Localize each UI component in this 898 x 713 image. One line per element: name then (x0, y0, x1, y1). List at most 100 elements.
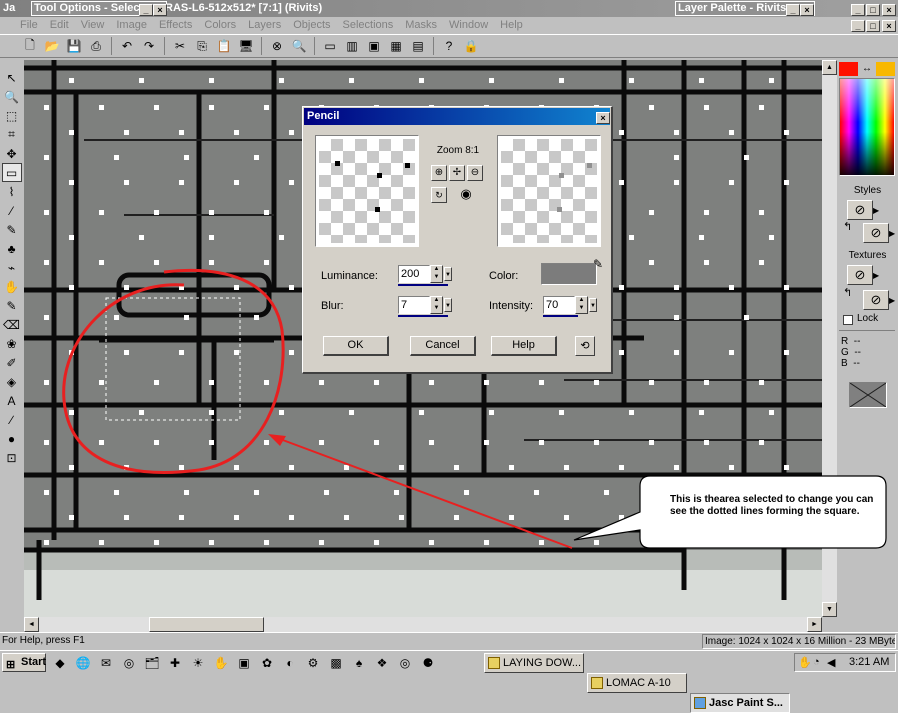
lock-checkbox[interactable] (843, 315, 853, 325)
menu-item-masks[interactable]: Masks (405, 19, 437, 31)
clock-time[interactable]: 3:21 AM (849, 656, 889, 668)
menu-item-objects[interactable]: Objects (293, 19, 330, 31)
layer-palette-min-button[interactable]: _ (786, 4, 800, 16)
quick-launch-icon-11[interactable]: ◐ (280, 656, 300, 670)
swap-styles-icon[interactable]: ↰ (843, 220, 852, 233)
quick-launch-icon-6[interactable]: ✚ (165, 656, 185, 670)
foreground-swatch[interactable] (839, 62, 858, 76)
zoom-tool-icon[interactable]: 🔍 (2, 87, 22, 106)
menu-item-image[interactable]: Image (116, 19, 147, 31)
tool-options-close-button[interactable]: × (153, 4, 167, 16)
result-preview[interactable] (497, 135, 601, 247)
dropper-icon[interactable]: ⁄ (2, 201, 22, 220)
quick-launch-icon-8[interactable]: ✋ (211, 656, 231, 670)
task-button-laying-down[interactable]: LAYING DOW... (484, 653, 584, 673)
quick-launch-icon-12[interactable]: ⚙ (303, 656, 323, 670)
quick-launch-icon-3[interactable]: ✉ (96, 656, 116, 670)
text-icon[interactable]: A (2, 391, 22, 410)
task-button-paint-shop[interactable]: Jasc Paint S... (690, 693, 790, 713)
quick-launch-icon-2[interactable]: 🌐 (73, 656, 93, 670)
color-replacer-icon[interactable]: ⌁ (2, 258, 22, 277)
intensity-slider-button[interactable]: ▼ (589, 298, 597, 312)
quick-launch-icon-7[interactable]: ☀ (188, 656, 208, 670)
ok-button[interactable]: OK (323, 336, 389, 356)
copy-icon[interactable]: ⎘ (192, 36, 212, 56)
deform-icon[interactable]: ⬚ (2, 106, 22, 125)
toggle-toolbar-icon[interactable]: ▭ (320, 36, 340, 56)
scratch-remover-icon[interactable]: ✎ (2, 296, 22, 315)
scroll-up-button[interactable]: ▲ (822, 60, 837, 75)
luminance-slider-button[interactable]: ▼ (444, 267, 452, 281)
cancel-button[interactable]: Cancel (410, 336, 476, 356)
tool-options-icon[interactable]: ▤ (408, 36, 428, 56)
original-preview[interactable] (315, 135, 419, 247)
horizontal-scrollbar[interactable]: ◄ ► (24, 617, 822, 632)
overview-icon[interactable]: ▣ (364, 36, 384, 56)
app-maximize-button[interactable]: □ (866, 4, 880, 16)
tool-options-min-button[interactable]: _ (139, 4, 153, 16)
fill-texture-button[interactable]: ⊘ (863, 290, 889, 310)
fill-style-button[interactable]: ⊘ (863, 223, 889, 243)
swap-colors-icon[interactable]: ↔ (859, 62, 875, 76)
quick-launch-icon-5[interactable]: 🗂 (142, 656, 162, 670)
paste-icon[interactable]: 📋 (214, 36, 234, 56)
new-icon[interactable]: 🗋 (20, 36, 40, 56)
menu-item-selections[interactable]: Selections (343, 19, 394, 31)
print-icon[interactable]: ⎙ (86, 36, 106, 56)
quick-launch-icon-10[interactable]: ✿ (257, 656, 277, 670)
menu-item-help[interactable]: Help (500, 19, 523, 31)
quick-launch-icon-16[interactable]: ◎ (395, 656, 415, 670)
quick-launch-icon-15[interactable]: ❖ (372, 656, 392, 670)
stroke-texture-button[interactable]: ⊘ (847, 265, 873, 285)
proof-button[interactable]: ↻ (431, 187, 447, 203)
tray-volume-icon[interactable]: ◀ (827, 656, 835, 669)
blur-spinner[interactable]: ▲ ▼ (430, 296, 443, 314)
task-button-lomac[interactable]: LOMAC A-10 (587, 673, 687, 693)
paintbrush-icon[interactable]: ✎ (2, 220, 22, 239)
menu-item-view[interactable]: View (81, 19, 105, 31)
color-palette-icon[interactable]: ▦ (386, 36, 406, 56)
undo-icon[interactable]: ↶ (117, 36, 137, 56)
quick-launch-icon-9[interactable]: ▣ (234, 656, 254, 670)
start-button[interactable]: ⊞ Start (2, 653, 46, 672)
quick-launch-icon-14[interactable]: ♠ (349, 656, 369, 670)
doc-close-button[interactable]: × (882, 20, 896, 32)
browse-icon[interactable]: 🖥 (236, 36, 256, 56)
zoom-in-button[interactable]: ⊕ (431, 165, 447, 181)
scroll-down-button[interactable]: ▼ (822, 602, 837, 617)
tray-hand-icon[interactable]: ✋ (798, 656, 812, 669)
menu-item-colors[interactable]: Colors (204, 19, 236, 31)
freehand-icon[interactable]: ⌇ (2, 182, 22, 201)
zoom-out-button[interactable]: ⊖ (467, 165, 483, 181)
menu-item-effects[interactable]: Effects (159, 19, 192, 31)
quick-launch-icon-13[interactable]: ▩ (326, 656, 346, 670)
auto-proof-eye-icon[interactable]: ◉ (451, 187, 481, 203)
reset-button[interactable]: ⟲ (575, 336, 595, 356)
lock-icon[interactable]: 🔒 (461, 36, 481, 56)
quick-launch-icon-4[interactable]: ◎ (119, 656, 139, 670)
pencil-dialog-close-button[interactable]: × (596, 112, 610, 124)
cut-icon[interactable]: ✂ (170, 36, 190, 56)
menu-item-edit[interactable]: Edit (50, 19, 69, 31)
menu-item-window[interactable]: Window (449, 19, 488, 31)
layer-palette-close-button[interactable]: × (800, 4, 814, 16)
menu-item-layers[interactable]: Layers (248, 19, 281, 31)
quick-launch-icon-17[interactable]: ⚈ (418, 656, 438, 670)
swap-textures-icon[interactable]: ↰ (843, 286, 852, 299)
flood-fill-icon[interactable]: ◈ (2, 372, 22, 391)
intensity-spinner[interactable]: ▲ ▼ (575, 296, 588, 314)
arrow-icon[interactable]: ↖ (2, 68, 22, 87)
preset-shapes-icon[interactable]: ● (2, 429, 22, 448)
app-close-button[interactable]: × (882, 4, 896, 16)
blur-input[interactable]: 7 (398, 296, 430, 314)
doc-restore-button[interactable]: □ (866, 20, 880, 32)
intensity-input[interactable]: 70 (543, 296, 575, 314)
clone-icon[interactable]: ♣ (2, 239, 22, 258)
object-selector-icon[interactable]: ⊡ (2, 448, 22, 467)
menu-item-file[interactable]: File (20, 19, 38, 31)
help-button[interactable]: Help (491, 336, 557, 356)
picture-tube-icon[interactable]: ❀ (2, 334, 22, 353)
color-swatch[interactable] (541, 263, 597, 285)
airbrush-icon[interactable]: ✐ (2, 353, 22, 372)
scroll-right-button[interactable]: ► (807, 617, 822, 632)
